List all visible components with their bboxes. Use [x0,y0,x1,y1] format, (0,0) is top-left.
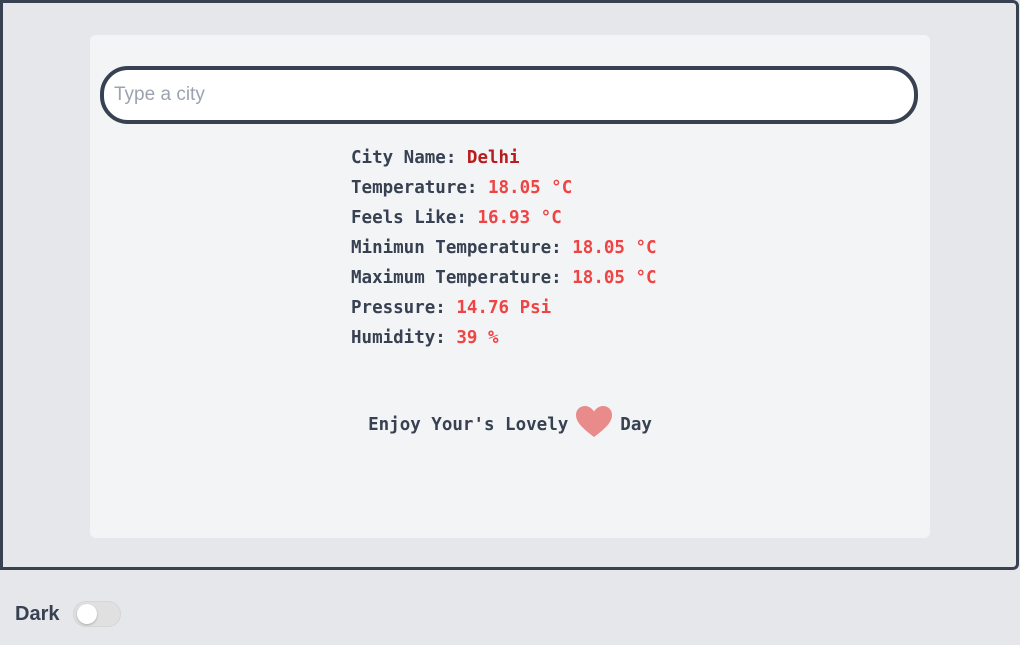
temperature-label: Temperature: [351,178,488,198]
weather-details-list: City Name: Delhi Temperature: 18.05 °C F… [351,143,657,353]
city-name-label: City Name: [351,148,467,168]
weather-card: City Name: Delhi Temperature: 18.05 °C F… [90,35,930,538]
greeting-message: Enjoy Your's Lovely Day [90,405,930,445]
min-temperature-label: Minimun Temperature: [351,238,573,258]
greeting-text-after: Day [620,415,652,435]
city-name-value: Delhi [466,148,520,168]
max-temperature-label: Maximum Temperature: [351,268,573,288]
heart-icon [576,406,613,438]
dark-mode-label: Dark [15,602,60,625]
city-name-row: City Name: Delhi [351,143,657,173]
humidity-label: Humidity: [351,328,457,348]
min-temperature-row: Minimun Temperature: 18.05 °C [351,233,657,263]
max-temperature-value: 18.05 °C [572,268,657,288]
dark-mode-switch-knob [77,604,98,624]
max-temperature-row: Maximum Temperature: 18.05 °C [351,263,657,293]
min-temperature-value: 18.05 °C [572,238,657,258]
dark-mode-switch[interactable] [73,601,122,627]
temperature-value: 18.05 °C [487,178,573,198]
pressure-label: Pressure: [351,298,457,318]
feels-like-row: Feels Like: 16.93 °C [351,203,657,233]
app-frame: City Name: Delhi Temperature: 18.05 °C F… [0,0,1019,570]
humidity-row: Humidity: 39 % [351,323,657,353]
pressure-value: 14.76 Psi [456,298,552,318]
temperature-row: Temperature: 18.05 °C [351,173,657,203]
feels-like-value: 16.93 °C [477,208,562,228]
feels-like-label: Feels Like: [351,208,478,228]
theme-toggle-row: Dark [15,598,122,630]
humidity-value: 39 % [456,328,499,348]
city-search-input[interactable] [100,66,918,124]
pressure-row: Pressure: 14.76 Psi [351,293,657,323]
greeting-text-before: Enjoy Your's Lovely [368,415,569,435]
